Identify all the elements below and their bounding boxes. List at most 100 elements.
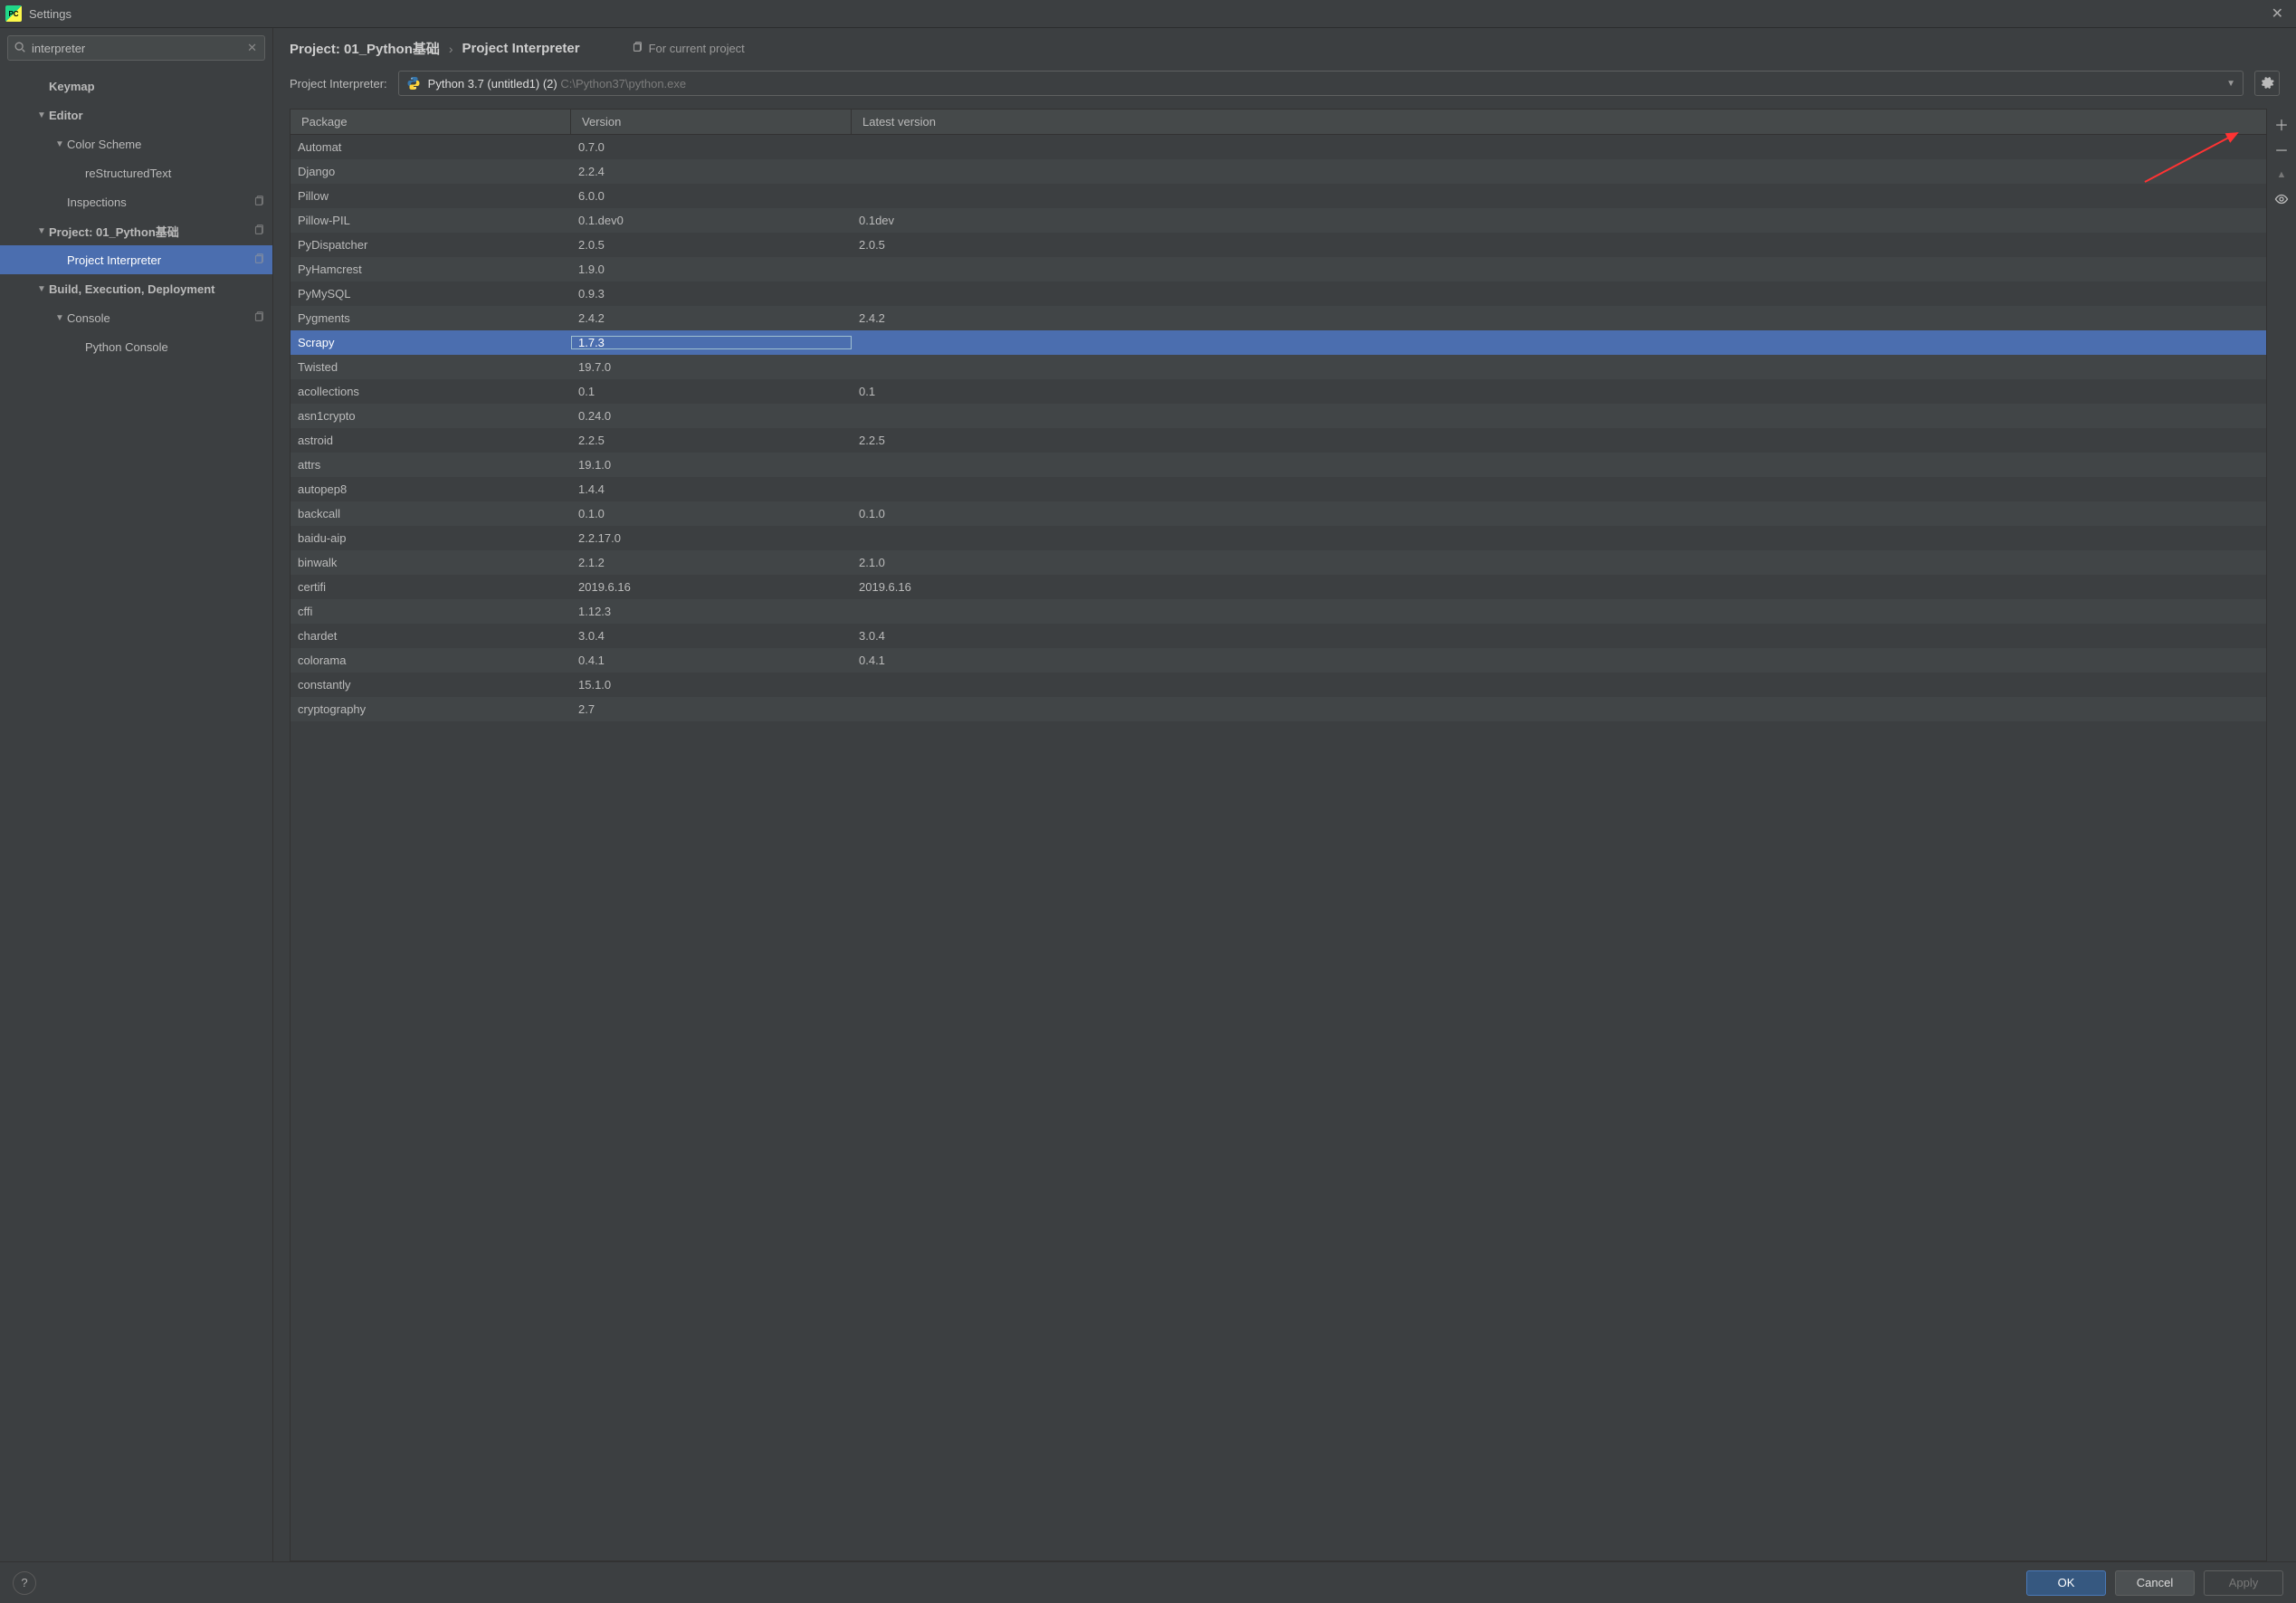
caret-down-icon: ▼ bbox=[34, 226, 49, 236]
table-row[interactable]: chardet3.0.43.0.4 bbox=[291, 624, 2266, 648]
cell-version: 2.2.17.0 bbox=[571, 531, 852, 545]
sidebar-item-label: Project Interpreter bbox=[67, 253, 161, 267]
table-row[interactable]: asn1crypto0.24.0 bbox=[291, 404, 2266, 428]
cell-package: autopep8 bbox=[291, 482, 571, 496]
settings-tree: Keymap▼Editor▼Color SchemereStructuredTe… bbox=[0, 68, 272, 1561]
cell-version: 0.4.1 bbox=[571, 654, 852, 667]
remove-package-button[interactable]: － bbox=[2270, 138, 2293, 161]
sidebar-item-console[interactable]: ▼Console bbox=[0, 303, 272, 332]
sidebar-item-build-execution-deployment[interactable]: ▼Build, Execution, Deployment bbox=[0, 274, 272, 303]
help-icon: ? bbox=[21, 1576, 27, 1589]
sidebar-item-restructuredtext[interactable]: reStructuredText bbox=[0, 158, 272, 187]
caret-down-icon: ▼ bbox=[34, 284, 49, 294]
table-row[interactable]: acollections0.10.1 bbox=[291, 379, 2266, 404]
cell-package: binwalk bbox=[291, 556, 571, 569]
breadcrumb-interpreter: Project Interpreter bbox=[462, 41, 580, 56]
table-row[interactable]: constantly15.1.0 bbox=[291, 673, 2266, 697]
for-current-project-label: For current project bbox=[631, 41, 745, 56]
close-icon[interactable]: ✕ bbox=[2264, 1, 2291, 26]
sidebar-item-inspections[interactable]: Inspections bbox=[0, 187, 272, 216]
cell-latest: 2.0.5 bbox=[852, 238, 2266, 252]
cell-version: 1.4.4 bbox=[571, 482, 852, 496]
table-row[interactable]: autopep81.4.4 bbox=[291, 477, 2266, 501]
interpreter-settings-button[interactable] bbox=[2254, 71, 2280, 96]
table-row[interactable]: attrs19.1.0 bbox=[291, 453, 2266, 477]
upgrade-package-button[interactable]: ▲ bbox=[2270, 163, 2293, 186]
clear-search-icon[interactable]: ✕ bbox=[245, 41, 259, 55]
cell-version: 1.9.0 bbox=[571, 262, 852, 276]
column-version[interactable]: Version bbox=[571, 110, 852, 134]
table-row[interactable]: Pillow-PIL0.1.dev00.1dev bbox=[291, 208, 2266, 233]
table-row[interactable]: Twisted19.7.0 bbox=[291, 355, 2266, 379]
cell-version: 2.0.5 bbox=[571, 238, 852, 252]
search-icon bbox=[14, 41, 26, 56]
table-row[interactable]: certifi2019.6.162019.6.16 bbox=[291, 575, 2266, 599]
caret-down-icon: ▼ bbox=[52, 313, 67, 323]
table-row[interactable]: Pillow6.0.0 bbox=[291, 184, 2266, 208]
window-title: Settings bbox=[29, 7, 71, 21]
table-row[interactable]: astroid2.2.52.2.5 bbox=[291, 428, 2266, 453]
settings-search-box[interactable]: ✕ bbox=[7, 35, 265, 61]
table-row[interactable]: PyMySQL0.9.3 bbox=[291, 281, 2266, 306]
cell-version: 0.1 bbox=[571, 385, 852, 398]
column-latest[interactable]: Latest version bbox=[852, 110, 2266, 134]
project-badge-icon bbox=[252, 310, 265, 326]
project-badge-icon bbox=[252, 253, 265, 268]
cell-package: cffi bbox=[291, 605, 571, 618]
table-row[interactable]: cffi1.12.3 bbox=[291, 599, 2266, 624]
table-row[interactable]: baidu-aip2.2.17.0 bbox=[291, 526, 2266, 550]
table-row[interactable]: binwalk2.1.22.1.0 bbox=[291, 550, 2266, 575]
table-row[interactable]: cryptography2.7 bbox=[291, 697, 2266, 721]
cell-package: chardet bbox=[291, 629, 571, 643]
interpreter-label: Project Interpreter: bbox=[290, 77, 387, 91]
table-row[interactable]: Automat0.7.0 bbox=[291, 135, 2266, 159]
cell-version: 2.2.4 bbox=[571, 165, 852, 178]
content-panel: Project: 01_Python基础 › Project Interpret… bbox=[273, 28, 2296, 1561]
cell-version: 2.7 bbox=[571, 702, 852, 716]
sidebar-item-python-console[interactable]: Python Console bbox=[0, 332, 272, 361]
table-row[interactable]: backcall0.1.00.1.0 bbox=[291, 501, 2266, 526]
project-badge-icon bbox=[252, 195, 265, 210]
cell-latest: 2019.6.16 bbox=[852, 580, 2266, 594]
table-row[interactable]: Scrapy1.7.3 bbox=[291, 330, 2266, 355]
cell-version: 0.1.0 bbox=[571, 507, 852, 520]
table-row[interactable]: PyDispatcher2.0.52.0.5 bbox=[291, 233, 2266, 257]
cell-package: colorama bbox=[291, 654, 571, 667]
sidebar-item-label: Color Scheme bbox=[67, 138, 141, 151]
titlebar: PC Settings ✕ bbox=[0, 0, 2296, 27]
sidebar: ✕ Keymap▼Editor▼Color SchemereStructured… bbox=[0, 28, 273, 1561]
apply-button[interactable]: Apply bbox=[2204, 1570, 2283, 1596]
sidebar-item-label: reStructuredText bbox=[85, 167, 171, 180]
sidebar-item-keymap[interactable]: Keymap bbox=[0, 72, 272, 100]
show-early-releases-button[interactable] bbox=[2270, 188, 2293, 212]
cell-version: 2.1.2 bbox=[571, 556, 852, 569]
table-row[interactable]: Pygments2.4.22.4.2 bbox=[291, 306, 2266, 330]
cell-package: Scrapy bbox=[291, 336, 571, 349]
table-row[interactable]: PyHamcrest1.9.0 bbox=[291, 257, 2266, 281]
add-package-button[interactable]: ＋ bbox=[2270, 112, 2293, 136]
sidebar-item-label: Build, Execution, Deployment bbox=[49, 282, 214, 296]
help-button[interactable]: ? bbox=[13, 1571, 36, 1595]
cell-package: PyDispatcher bbox=[291, 238, 571, 252]
sidebar-item-project-interpreter[interactable]: Project Interpreter bbox=[0, 245, 272, 274]
cell-version: 1.7.3 bbox=[571, 336, 852, 349]
sidebar-item-editor[interactable]: ▼Editor bbox=[0, 100, 272, 129]
cell-version: 6.0.0 bbox=[571, 189, 852, 203]
cancel-button[interactable]: Cancel bbox=[2115, 1570, 2195, 1596]
sidebar-item-color-scheme[interactable]: ▼Color Scheme bbox=[0, 129, 272, 158]
cell-version: 2.2.5 bbox=[571, 434, 852, 447]
sidebar-item-project-01-python-[interactable]: ▼Project: 01_Python基础 bbox=[0, 216, 272, 245]
app-icon: PC bbox=[5, 5, 22, 22]
table-row[interactable]: Django2.2.4 bbox=[291, 159, 2266, 184]
project-badge-icon bbox=[252, 224, 265, 239]
packages-table: Package Version Latest version Automat0.… bbox=[290, 109, 2267, 1561]
interpreter-dropdown[interactable]: Python 3.7 (untitled1) (2) C:\Python37\p… bbox=[398, 71, 2244, 96]
breadcrumb-project: Project: 01_Python基础 bbox=[290, 39, 440, 58]
cell-package: Twisted bbox=[291, 360, 571, 374]
search-input[interactable] bbox=[26, 42, 245, 55]
copy-icon bbox=[631, 41, 643, 56]
sidebar-item-label: Python Console bbox=[85, 340, 168, 354]
ok-button[interactable]: OK bbox=[2026, 1570, 2106, 1596]
column-package[interactable]: Package bbox=[291, 110, 571, 134]
table-row[interactable]: colorama0.4.10.4.1 bbox=[291, 648, 2266, 673]
